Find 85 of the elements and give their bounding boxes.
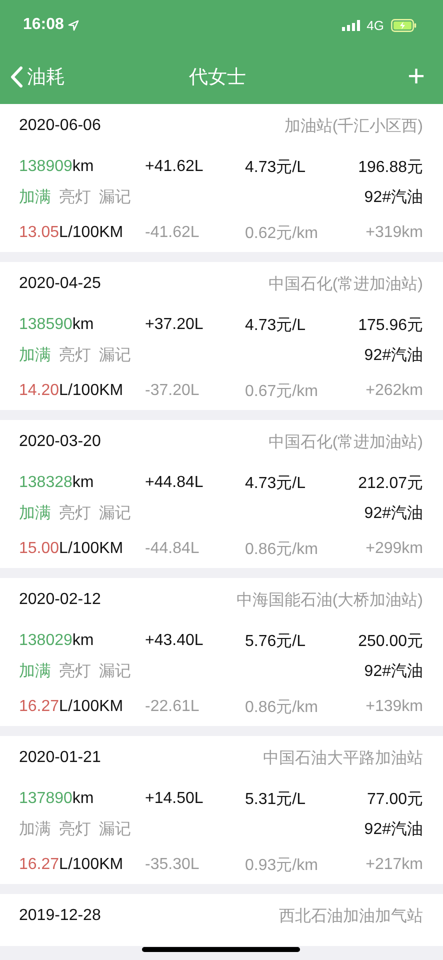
odometer-reading: 138328km — [19, 474, 95, 492]
used-volume: -35.30L — [145, 856, 200, 874]
odometer-reading: 138909km — [19, 158, 95, 176]
odometer-reading: 138029km — [19, 632, 95, 650]
fuel-type: 92#汽油 — [364, 820, 423, 840]
status-tag: 漏记 — [99, 502, 131, 524]
status-tag: 漏记 — [99, 660, 131, 682]
total-cost: 212.07元 — [357, 474, 423, 494]
cost-per-km: 0.67元/km — [245, 382, 319, 402]
fuel-type: 92#汽油 — [364, 188, 423, 208]
status-tag: 亮灯 — [59, 344, 91, 366]
record-card[interactable]: 2020-01-21 中国石油大平路加油站 137890km +14.50L 5.31元/L 77.00元 加满 亮灯 漏记 92#汽油 16.27L/100KM -35.30L 0.93元/km +217km — [0, 736, 443, 884]
back-chevron-icon — [10, 66, 23, 88]
added-volume: +14.50L — [145, 790, 204, 808]
status-tag: 亮灯 — [59, 186, 91, 208]
odometer-reading: 137890km — [19, 790, 95, 808]
record-date: 2020-06-06 — [19, 117, 101, 135]
record-date: 2020-03-20 — [19, 433, 101, 451]
record-card[interactable]: 2020-02-12 中海国能石油(大桥加油站) 138029km +43.40L 5.76元/L 250.00元 加满 亮灯 漏记 92#汽油 16.27L/100KM -22.61L 0.86元/km +139km — [0, 578, 443, 726]
added-volume: +37.20L — [145, 316, 204, 334]
signal-icon — [342, 20, 360, 30]
fuel-type: 92#汽油 — [364, 662, 423, 682]
fuel-consumption: 16.27L/100KM — [19, 856, 124, 874]
status-tag: 加满 — [19, 660, 51, 682]
record-date: 2019-12-28 — [19, 907, 101, 925]
cost-per-km: 0.93元/km — [245, 856, 319, 876]
distance: +319km — [364, 224, 423, 242]
used-volume: -37.20L — [145, 382, 200, 400]
unit-price: 4.73元/L — [245, 474, 306, 494]
fuel-type: 92#汽油 — [364, 346, 423, 366]
station-name: 中海国能石油(大桥加油站) — [236, 590, 423, 610]
used-volume: -22.61L — [145, 698, 200, 716]
unit-price: 4.73元/L — [245, 158, 306, 178]
record-date: 2020-01-21 — [19, 749, 101, 767]
record-date: 2020-04-25 — [19, 275, 101, 293]
status-tag: 加满 — [19, 186, 51, 208]
page-title: 代女士 — [189, 66, 246, 90]
added-volume: +41.62L — [145, 158, 204, 176]
status-tag: 亮灯 — [59, 660, 91, 682]
distance: +139km — [364, 698, 423, 716]
record-card[interactable]: 2020-06-06 加油站(千汇小区西) 138909km +41.62L 4.73元/L 196.88元 加满 亮灯 漏记 92#汽油 13.05L/100KM -41.62L 0.62元/km +319km — [0, 104, 443, 252]
network-label: 4G — [366, 18, 384, 32]
status-tag: 加满 — [19, 344, 51, 366]
status-tag: 加满 — [19, 502, 51, 524]
fuel-consumption: 14.20L/100KM — [19, 382, 124, 400]
cost-per-km: 0.86元/km — [245, 540, 319, 560]
distance: +217km — [364, 856, 423, 874]
unit-price: 5.76元/L — [245, 632, 306, 652]
distance: +262km — [364, 382, 423, 400]
added-volume: +44.84L — [145, 474, 204, 492]
battery-charging-icon — [391, 18, 417, 32]
record-date: 2020-02-12 — [19, 591, 101, 609]
fuel-type: 92#汽油 — [364, 504, 423, 524]
cost-per-km: 0.86元/km — [245, 698, 319, 718]
fuel-consumption: 13.05L/100KM — [19, 224, 124, 242]
total-cost: 196.88元 — [357, 158, 423, 178]
total-cost: 77.00元 — [366, 790, 423, 810]
unit-price: 4.73元/L — [245, 316, 306, 336]
total-cost: 175.96元 — [357, 316, 423, 336]
status-tag: 亮灯 — [59, 502, 91, 524]
odometer-reading: 138590km — [19, 316, 95, 334]
status-tag: 亮灯 — [59, 818, 91, 840]
status-time: 16:08 — [23, 16, 64, 34]
cost-per-km: 0.62元/km — [245, 224, 319, 244]
station-name: 加油站(千汇小区西) — [284, 116, 423, 136]
status-tag: 加满 — [19, 818, 51, 840]
record-card[interactable]: 2020-03-20 中国石化(常进加油站) 138328km +44.84L 4.73元/L 212.07元 加满 亮灯 漏记 92#汽油 15.00L/100KM -44.84L 0.86元/km +299km — [0, 420, 443, 568]
record-card[interactable]: 2020-04-25 中国石化(常进加油站) 138590km +37.20L 4.73元/L 175.96元 加满 亮灯 漏记 92#汽油 14.20L/100KM -37.20L 0.67元/km +262km — [0, 262, 443, 410]
location-icon — [68, 20, 79, 30]
record-card[interactable]: 2019-12-28 西北石油加油加气站 — [0, 894, 443, 946]
unit-price: 5.31元/L — [245, 790, 306, 810]
status-tag: 漏记 — [99, 818, 131, 840]
fuel-consumption: 15.00L/100KM — [19, 540, 124, 558]
status-tag: 漏记 — [99, 344, 131, 366]
station-name: 中国石化(常进加油站) — [268, 432, 423, 452]
fuel-consumption: 16.27L/100KM — [19, 698, 124, 716]
distance: +299km — [364, 540, 423, 558]
total-cost: 250.00元 — [357, 632, 423, 652]
used-volume: -44.84L — [145, 540, 200, 558]
station-name: 中国石油大平路加油站 — [263, 748, 423, 768]
station-name: 西北石油加油加气站 — [279, 906, 423, 926]
station-name: 中国石化(常进加油站) — [268, 274, 423, 294]
status-tag: 漏记 — [99, 186, 131, 208]
used-volume: -41.62L — [145, 224, 200, 242]
added-volume: +43.40L — [145, 632, 204, 650]
